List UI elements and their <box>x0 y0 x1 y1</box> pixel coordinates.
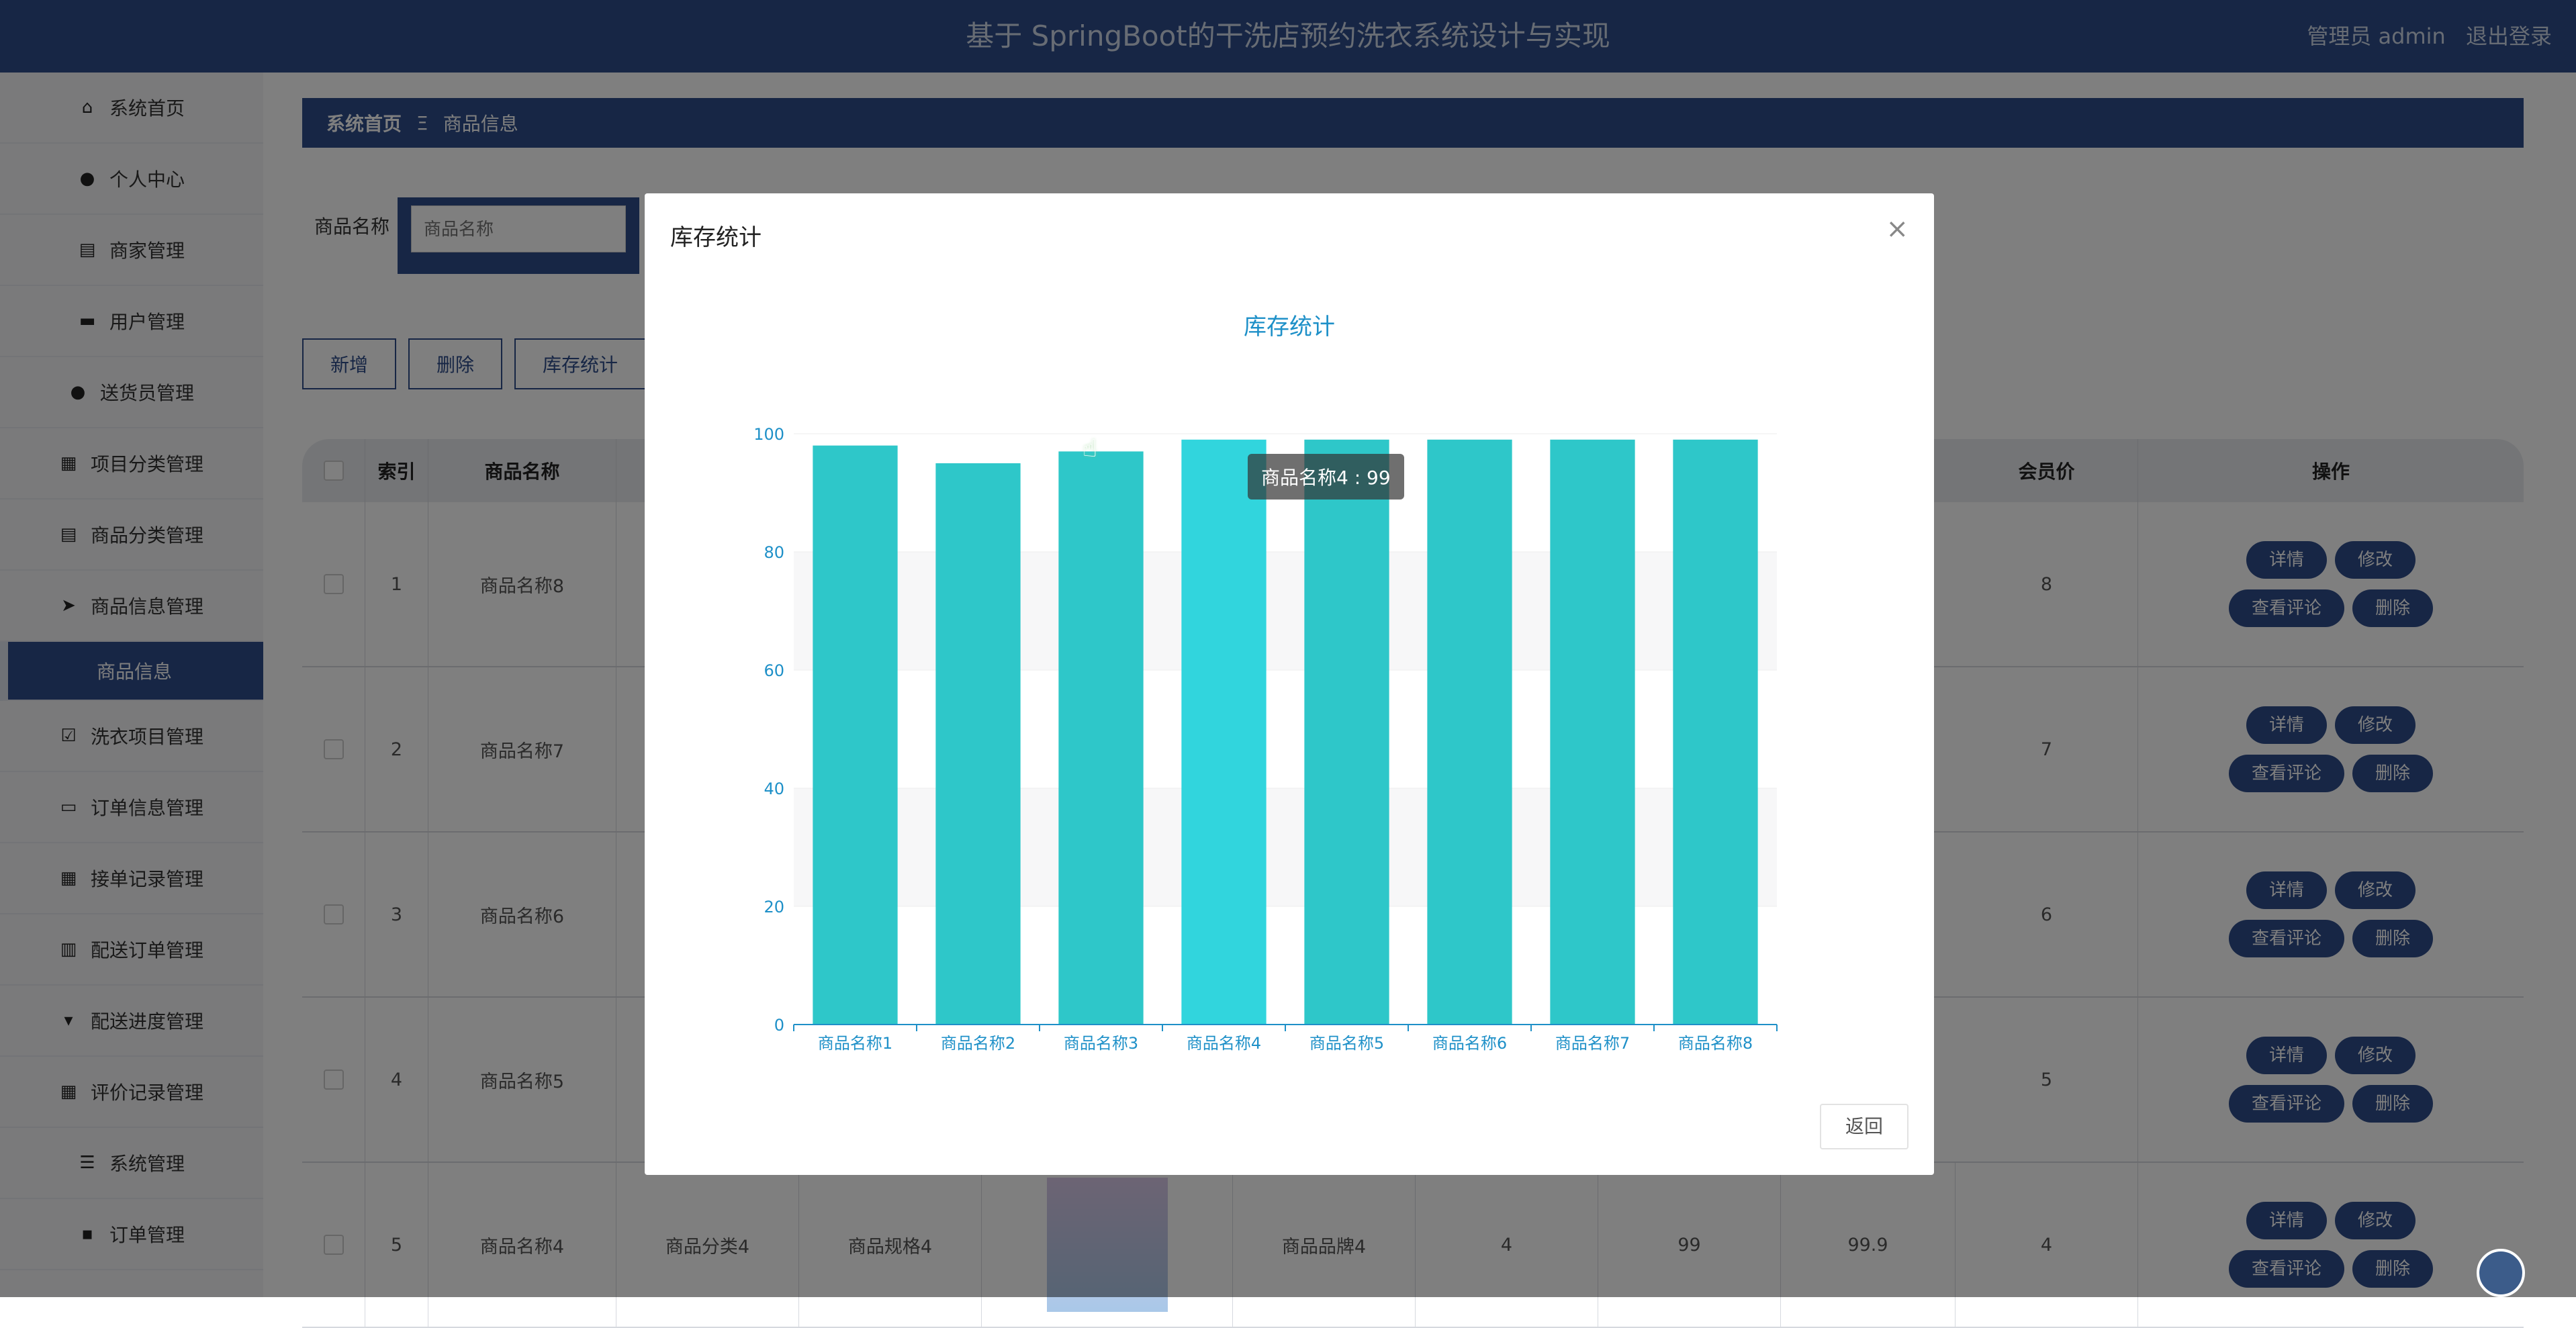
x-tick-label: 商品名称8 <box>1678 1034 1753 1053</box>
y-tick-label: 0 <box>774 1016 784 1035</box>
close-icon[interactable]: × <box>1886 214 1908 244</box>
bar[interactable] <box>1181 439 1267 1025</box>
y-tick-label: 100 <box>753 425 784 444</box>
bar[interactable] <box>813 445 898 1025</box>
bar[interactable] <box>1673 439 1758 1025</box>
bar[interactable] <box>935 463 1021 1025</box>
x-tick-label: 商品名称5 <box>1309 1034 1384 1053</box>
stock-chart: 库存统计 0 20 40 60 80 100 商品名称1 商品名称2 商品名称3 商品名称4 商品名称… <box>753 314 1778 1053</box>
x-tick-label: 商品名称7 <box>1555 1034 1630 1053</box>
chart-tooltip: 商品名称4 : 99 <box>1248 454 1404 500</box>
x-tick-label: 商品名称6 <box>1432 1034 1507 1053</box>
y-tick-label: 60 <box>764 661 784 680</box>
x-tick-label: 商品名称3 <box>1064 1034 1138 1053</box>
modal-title: 库存统计 <box>670 224 762 251</box>
x-tick-label: 商品名称1 <box>818 1034 892 1053</box>
bar[interactable] <box>1304 439 1389 1025</box>
back-button[interactable]: 返回 <box>1820 1104 1908 1149</box>
x-tick-label: 商品名称4 <box>1187 1034 1261 1053</box>
chart-title: 库存统计 <box>1244 314 1335 340</box>
x-tick-label: 商品名称2 <box>941 1034 1015 1053</box>
avatar[interactable] <box>2477 1249 2525 1297</box>
bar[interactable] <box>1427 439 1512 1025</box>
hand-cursor-icon: ☝ <box>1083 435 1097 463</box>
stock-modal: 库存统计 × 库存统计 0 20 40 60 80 100 商品名称1 商品名称2 商品名称3 商品… <box>645 193 1934 1175</box>
y-tick-label: 40 <box>764 779 784 798</box>
y-tick-label: 80 <box>764 543 784 562</box>
y-tick-label: 20 <box>764 898 784 916</box>
bar[interactable] <box>1058 451 1144 1025</box>
bar[interactable] <box>1550 439 1635 1025</box>
